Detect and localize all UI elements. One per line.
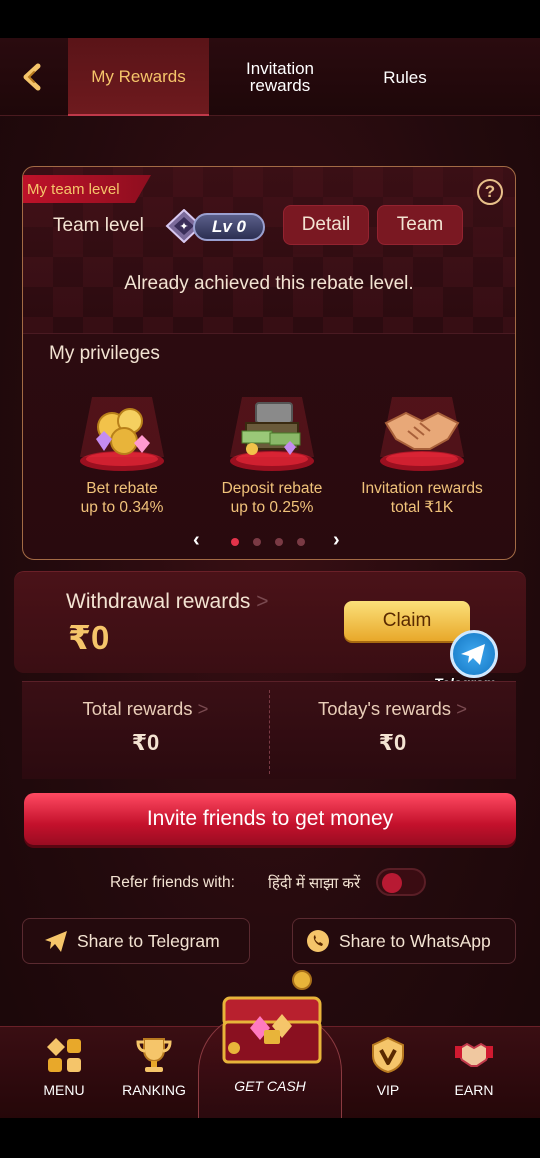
menu-grid-icon	[47, 1038, 81, 1072]
divider	[23, 333, 515, 334]
privilege-bet-rebate-line1: Bet rebate	[86, 480, 158, 497]
help-icon[interactable]: ?	[477, 179, 503, 205]
language-toggle[interactable]	[376, 868, 426, 896]
team-level-tag: My team level	[23, 175, 151, 203]
nav-menu-label: MENU	[43, 1082, 85, 1098]
withdrawal-amount: ₹0	[68, 619, 110, 656]
handshake-icon	[455, 1042, 493, 1067]
toggle-knob	[382, 873, 402, 893]
vip-shield-icon	[372, 1036, 404, 1074]
rewards-totals: Total rewards > ₹0 Today's rewards > ₹0	[22, 681, 516, 779]
team-button[interactable]: Team	[377, 205, 463, 245]
withdrawal-rewards-title[interactable]: Withdrawal rewards >	[66, 590, 269, 614]
nav-vip-label: VIP	[376, 1082, 400, 1098]
team-level-label: Team level	[53, 215, 144, 236]
tab-invitation-rewards[interactable]: Invitation rewards	[220, 38, 340, 116]
privilege-deposit-rebate[interactable]: Deposit rebate up to 0.25%	[197, 387, 347, 517]
todays-rewards-label[interactable]: Today's rewards >	[269, 698, 516, 720]
share-whatsapp-button[interactable]: Share to WhatsApp	[292, 918, 516, 964]
invite-friends-button[interactable]: Invite friends to get money	[24, 793, 516, 845]
refer-label: Refer friends with:	[110, 874, 235, 891]
handshake-icon	[380, 397, 464, 471]
share-telegram-label: Share to Telegram	[77, 930, 220, 951]
withdrawal-rewards-label: Withdrawal rewards	[66, 590, 251, 613]
coins-gems-icon	[80, 397, 164, 471]
privilege-invitation-rewards-line1: Invitation rewards	[361, 480, 483, 497]
nav-vip[interactable]: VIP	[346, 1036, 430, 1106]
nav-ranking-label: RANKING	[122, 1082, 186, 1098]
telegram-icon	[450, 630, 498, 678]
pager-dot[interactable]	[275, 538, 283, 546]
refer-language-row: Refer friends with: हिंदी में साझा करें	[0, 868, 540, 898]
todays-rewards-text: Today's rewards	[317, 698, 452, 719]
share-whatsapp-label: Share to WhatsApp	[339, 930, 491, 951]
total-rewards-label[interactable]: Total rewards >	[22, 698, 269, 720]
whatsapp-icon	[307, 930, 329, 952]
privilege-invitation-rewards[interactable]: Invitation rewards total ₹1K	[347, 387, 497, 517]
level-badge-text: Lv 0	[193, 213, 265, 241]
level-badge: ✦ Lv 0	[165, 209, 267, 243]
refer-language-text: हिंदी में साझा करें	[268, 875, 361, 892]
pager-dot[interactable]	[297, 538, 305, 546]
team-level-tag-text: My team level	[27, 180, 120, 198]
money-chest-icon	[230, 397, 314, 471]
nav-earn[interactable]: EARN	[432, 1036, 516, 1106]
tab-invitation-rewards-line1: Invitation	[245, 59, 315, 78]
privilege-bet-rebate-line2: up to 0.34%	[80, 499, 164, 516]
total-rewards-value: ₹0	[131, 730, 160, 755]
nav-earn-label: EARN	[454, 1082, 494, 1098]
privilege-deposit-rebate-line2: up to 0.25%	[230, 499, 314, 516]
tab-rules-label: Rules	[383, 67, 427, 87]
privileges-title: My privileges	[49, 343, 160, 364]
trophy-icon	[136, 1038, 172, 1072]
system-nav-bar	[0, 1118, 540, 1158]
todays-rewards-value: ₹0	[378, 730, 407, 755]
chevron-right-icon: >	[456, 698, 468, 719]
chevron-right-icon: >	[256, 590, 269, 613]
paper-plane-icon	[45, 931, 67, 952]
pager-next-icon[interactable]: ›	[333, 529, 340, 552]
tab-invitation-rewards-line2: rewards	[249, 76, 311, 95]
pager-dot[interactable]	[253, 538, 261, 546]
tab-my-rewards-label: My Rewards	[91, 66, 186, 86]
treasure-chest-icon[interactable]	[210, 968, 334, 1068]
header: My Rewards Invitation rewards Rules	[0, 38, 540, 116]
pager-prev-icon[interactable]: ‹	[193, 529, 200, 552]
privilege-bet-rebate[interactable]: Bet rebate up to 0.34%	[47, 387, 197, 517]
privilege-invitation-rewards-line2: total ₹1K	[390, 499, 454, 516]
svg-text:✦: ✦	[179, 220, 188, 233]
nav-ranking[interactable]: RANKING	[112, 1036, 196, 1106]
tab-rules[interactable]: Rules	[350, 38, 460, 116]
privileges-pager: ‹ ›	[23, 529, 515, 553]
nav-menu[interactable]: MENU	[22, 1036, 106, 1106]
app-screen: My Rewards Invitation rewards Rules My t…	[0, 38, 540, 1118]
achieved-text: Already achieved this rebate level.	[124, 273, 414, 294]
back-button[interactable]	[18, 62, 52, 92]
status-bar	[0, 0, 540, 38]
nav-get-cash-label[interactable]: GET CASH	[210, 1078, 330, 1094]
detail-button[interactable]: Detail	[283, 205, 369, 245]
share-telegram-button[interactable]: Share to Telegram	[22, 918, 250, 964]
pager-dot[interactable]	[231, 538, 239, 546]
chevron-right-icon: >	[197, 698, 209, 719]
total-rewards-text: Total rewards	[82, 698, 193, 719]
tab-my-rewards[interactable]: My Rewards	[68, 38, 209, 116]
back-arrow-icon	[23, 63, 41, 91]
team-level-card: My team level ? Team level ✦ Lv 0 Detail…	[22, 166, 516, 560]
privilege-deposit-rebate-line1: Deposit rebate	[221, 480, 323, 497]
